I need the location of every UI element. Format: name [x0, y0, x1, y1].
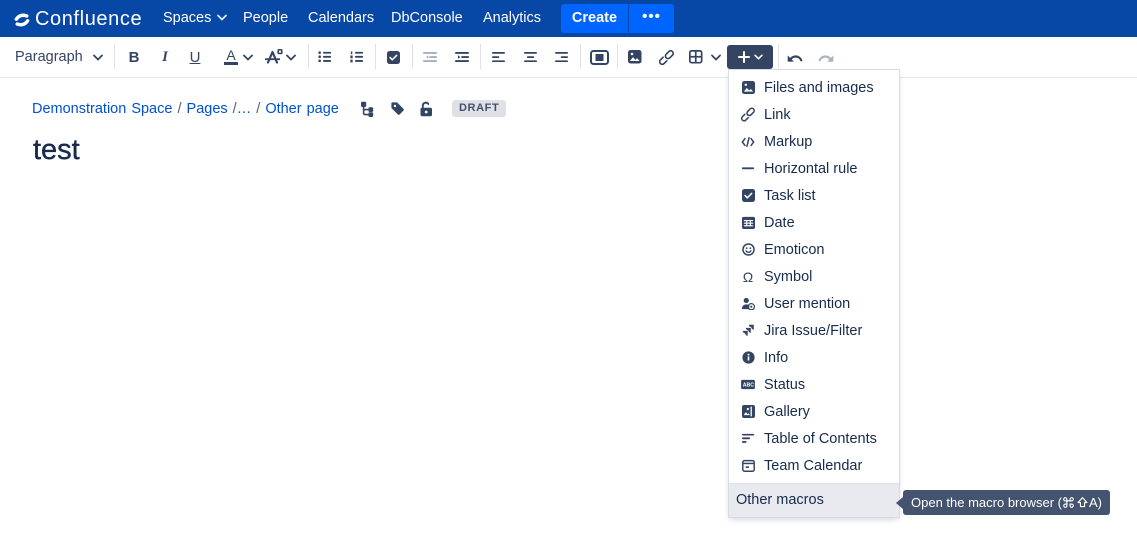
svg-text:ABC: ABC [743, 383, 755, 389]
